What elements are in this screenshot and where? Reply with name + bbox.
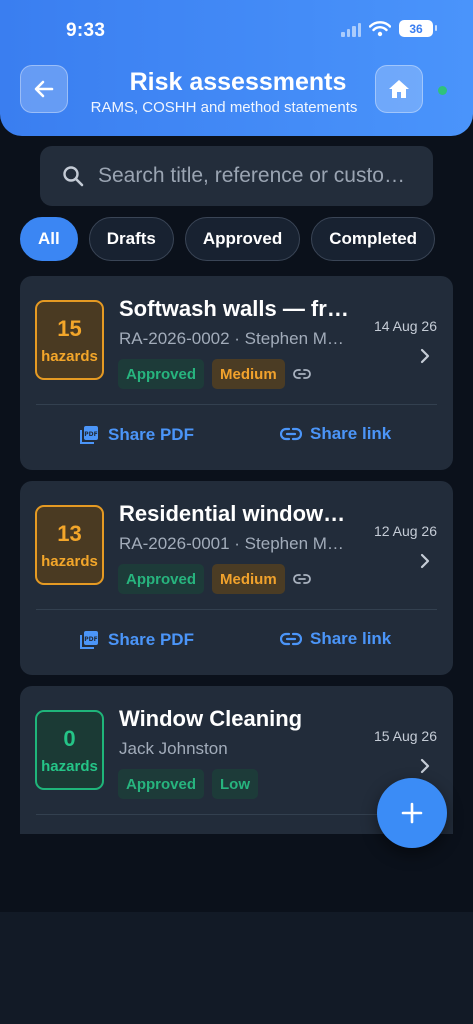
share-link-label: Share link (310, 629, 392, 648)
pdf-icon: PDF (80, 426, 98, 444)
hazard-count: 13 (57, 521, 82, 546)
hazard-count: 15 (57, 316, 82, 341)
assessment-date: 12 Aug 26 (373, 523, 437, 539)
bottom-safe-area (0, 912, 473, 1024)
chevron-right-icon[interactable] (419, 758, 431, 774)
divider (36, 404, 437, 405)
assessment-meta: Jack Johnston (119, 739, 228, 758)
assessment-date: 15 Aug 26 (373, 728, 437, 744)
hazard-count-badge: 15 hazards (35, 300, 104, 380)
svg-text:PDF: PDF (84, 431, 97, 438)
hazard-count-badge: 13 hazards (35, 505, 104, 585)
search-input[interactable]: Search title, reference or customer (98, 164, 418, 188)
app-header: 9:33 36 Risk assessments RAMS, COSHH and… (0, 0, 473, 136)
assessment-card[interactable]: 15 hazards Softwash walls — front elevat… (20, 276, 453, 470)
risk-badge: Medium (212, 564, 285, 594)
link-icon (280, 427, 302, 441)
status-badge: Approved (118, 769, 205, 799)
risk-badge: Low (212, 769, 259, 799)
hazard-label: hazards (41, 553, 98, 570)
assessment-card[interactable]: 13 hazards Residential window cleaning R… (20, 481, 453, 675)
search-bar[interactable]: Search title, reference or customer (40, 146, 433, 206)
hazard-label: hazards (41, 348, 98, 365)
search-icon (63, 166, 84, 187)
wifi-icon (369, 20, 391, 36)
home-icon (389, 80, 409, 98)
share-pdf-button[interactable]: PDF Share PDF (78, 629, 194, 651)
status-badge: Approved (118, 359, 205, 389)
cellular-signal-icon (341, 21, 361, 37)
online-status-dot (438, 86, 447, 95)
status-badge: Approved (118, 564, 205, 594)
status-time: 9:33 (66, 20, 106, 41)
assessment-date: 14 Aug 26 (373, 318, 437, 334)
share-pdf-label: Share PDF (108, 630, 194, 649)
filter-completed[interactable]: Completed (311, 217, 436, 261)
share-link-button[interactable]: Share link (280, 629, 391, 649)
chevron-right-icon[interactable] (419, 553, 431, 569)
status-icons: 36 (341, 20, 437, 37)
share-pdf-label: Share PDF (108, 425, 194, 444)
link-icon (292, 369, 311, 379)
hazard-label: hazards (41, 758, 98, 775)
pdf-icon: PDF (80, 631, 98, 649)
plus-icon (401, 802, 423, 824)
filter-drafts[interactable]: Drafts (88, 217, 174, 261)
share-link-label: Share link (310, 424, 392, 443)
assessment-title: Window Cleaning (119, 706, 303, 731)
home-button[interactable] (375, 65, 423, 113)
assessment-meta: RA-2026-0001 · Stephen Murray (119, 534, 347, 553)
assessment-title: Softwash walls — front elevation (119, 296, 349, 321)
add-assessment-button[interactable] (377, 778, 447, 848)
page-subtitle: RAMS, COSHH and method statements (90, 99, 358, 116)
share-link-button[interactable]: Share link (280, 424, 391, 444)
link-icon (280, 632, 302, 646)
divider (36, 609, 437, 610)
filter-all[interactable]: All (20, 217, 78, 261)
share-pdf-button[interactable]: PDF Share PDF (78, 424, 194, 446)
battery-icon: 36 (399, 20, 437, 37)
arrow-left-icon (34, 80, 54, 98)
risk-badge: Medium (212, 359, 285, 389)
assessment-title: Residential window cleaning (119, 501, 349, 526)
svg-text:PDF: PDF (84, 636, 97, 643)
assessment-meta: RA-2026-0002 · Stephen Murray (119, 329, 347, 348)
hazard-count-badge: 0 hazards (35, 710, 104, 790)
link-icon (292, 574, 311, 584)
page-title: Risk assessments (129, 68, 347, 96)
back-button[interactable] (20, 65, 68, 113)
filter-chips: All Drafts Approved Completed (20, 217, 436, 261)
hazard-count: 0 (63, 726, 76, 751)
filter-approved[interactable]: Approved (184, 217, 301, 261)
chevron-right-icon[interactable] (419, 348, 431, 364)
